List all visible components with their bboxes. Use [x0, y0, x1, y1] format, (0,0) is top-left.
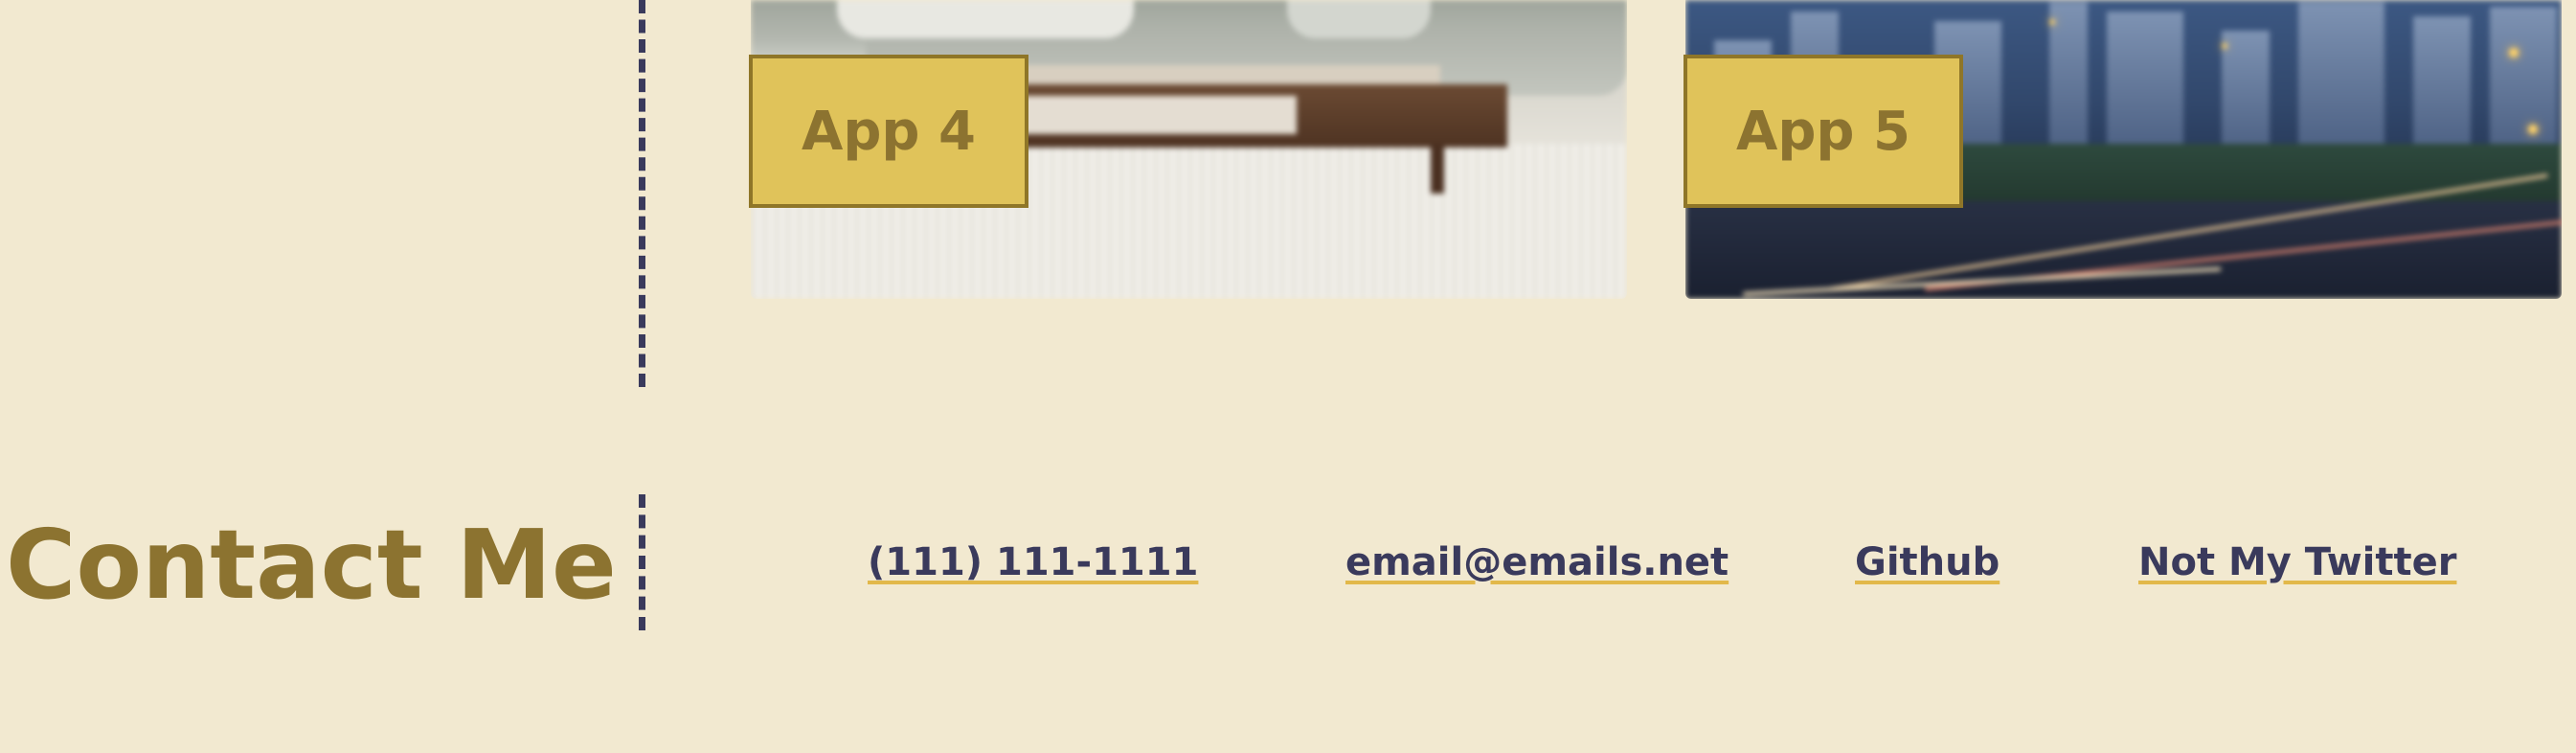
phone-link[interactable]: (111) 111-1111	[868, 538, 1198, 586]
email-link[interactable]: email@emails.net	[1345, 538, 1729, 586]
section-divider-top	[639, 0, 645, 387]
section-divider-contact	[639, 494, 645, 630]
app-4-label[interactable]: App 4	[749, 55, 1028, 208]
github-link[interactable]: Github	[1855, 538, 2000, 586]
portfolio-page: App 4 App 5 Contact Me (111) 111-1111 em…	[0, 0, 2576, 753]
twitter-link[interactable]: Not My Twitter	[2138, 538, 2456, 586]
contact-title: Contact Me	[6, 509, 617, 621]
app-5-label[interactable]: App 5	[1683, 55, 1963, 208]
